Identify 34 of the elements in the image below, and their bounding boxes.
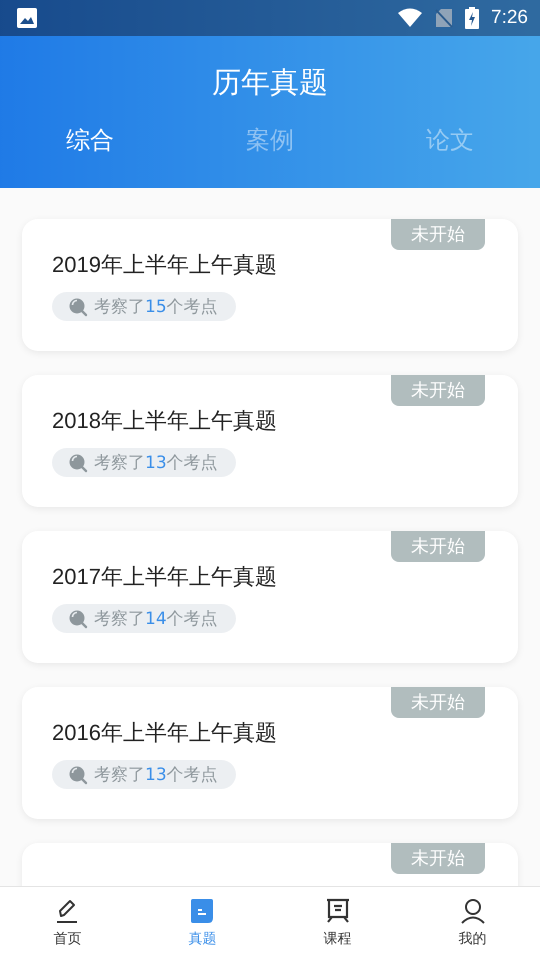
image-icon xyxy=(17,8,37,28)
paper-title: 2019年上半年上午真题 xyxy=(52,251,278,279)
paper-card[interactable]: 未开始 2016年上半年上午真题 考察了 13个考点 xyxy=(22,687,518,819)
status-tag: 未开始 xyxy=(391,219,485,250)
page-title: 历年真题 xyxy=(212,64,328,101)
points-text: 考察了 15个考点 xyxy=(94,296,218,318)
paper-card[interactable]: 未开始 2017年上半年上午真题 考察了 14个考点 xyxy=(22,531,518,663)
tab[interactable]: 综合 xyxy=(0,116,180,164)
status-time: 7:26 xyxy=(491,7,528,29)
person-icon xyxy=(460,898,486,924)
points-text: 考察了 13个考点 xyxy=(94,452,218,474)
nav-tab[interactable]: 首页 xyxy=(0,887,135,960)
search-icon xyxy=(68,764,88,784)
nav-tab[interactable]: 我的 xyxy=(405,887,540,960)
nav-tab[interactable]: 课程 xyxy=(270,887,405,960)
paper-title: 2016年上半年上午真题 xyxy=(52,719,278,747)
paper-title: 2017年上半年上午真题 xyxy=(52,563,278,591)
status-tag: 未开始 xyxy=(391,687,485,718)
status-tag: 未开始 xyxy=(391,843,485,874)
paper-card[interactable]: 未开始 2018年上半年上午真题 考察了 13个考点 xyxy=(22,375,518,507)
points-text: 考察了 14个考点 xyxy=(94,608,218,630)
no-sim-icon xyxy=(435,8,454,28)
search-icon xyxy=(68,452,88,472)
document-icon xyxy=(190,898,216,924)
board-icon xyxy=(324,898,350,924)
search-icon xyxy=(68,608,88,628)
paper-card[interactable]: 未开始 2019年上半年上午真题 考察了 15个考点 xyxy=(22,219,518,351)
battery-icon xyxy=(465,7,480,29)
status-tag: 未开始 xyxy=(391,531,485,562)
paper-title: 2018年上半年上午真题 xyxy=(52,407,278,435)
search-icon xyxy=(68,296,88,316)
points-text: 考察了 13个考点 xyxy=(94,764,218,786)
wifi-icon xyxy=(397,8,424,28)
status-tag: 未开始 xyxy=(391,375,485,406)
